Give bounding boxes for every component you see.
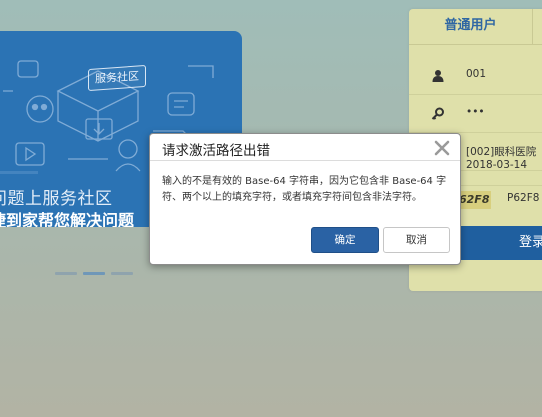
password-value: ••• [466, 106, 485, 118]
banner-headline: 问题上服务社区 [0, 189, 113, 209]
captcha-input[interactable]: P62F8 [507, 192, 539, 204]
dialog-message: 输入的不是有效的 Base-64 字符串，因为它包含非 Base-64 字符、两… [162, 176, 447, 203]
key-icon [431, 107, 444, 120]
banner-subheadline: 捷到家帮您解决问题 [0, 211, 135, 227]
date-value: 2018-03-14 [466, 159, 528, 171]
carousel-dot-active[interactable] [83, 272, 105, 275]
username-field[interactable]: 001 [409, 57, 542, 95]
captcha-image[interactable]: 62F8 [459, 191, 491, 209]
carousel-indicators [55, 272, 133, 275]
community-badge: 服务社区 [88, 64, 146, 92]
dialog-title: 请求激活路径出错 [162, 143, 270, 159]
carousel-dot[interactable] [55, 272, 77, 275]
dialog-header: 请求激活路径出错 [150, 134, 460, 161]
username-value: 001 [466, 68, 487, 80]
user-icon [432, 70, 444, 82]
password-field[interactable]: ••• [409, 95, 542, 133]
confirm-button[interactable]: 确定 [311, 227, 379, 253]
cancel-button[interactable]: 取消 [383, 227, 450, 253]
carousel-dot[interactable] [111, 272, 133, 275]
login-tabs: 普通用户 [409, 9, 542, 45]
error-dialog: 请求激活路径出错 输入的不是有效的 Base-64 字符串，因为它包含非 Bas… [149, 133, 461, 265]
tab-normal-user[interactable]: 普通用户 [409, 9, 533, 45]
close-icon[interactable] [432, 138, 452, 158]
